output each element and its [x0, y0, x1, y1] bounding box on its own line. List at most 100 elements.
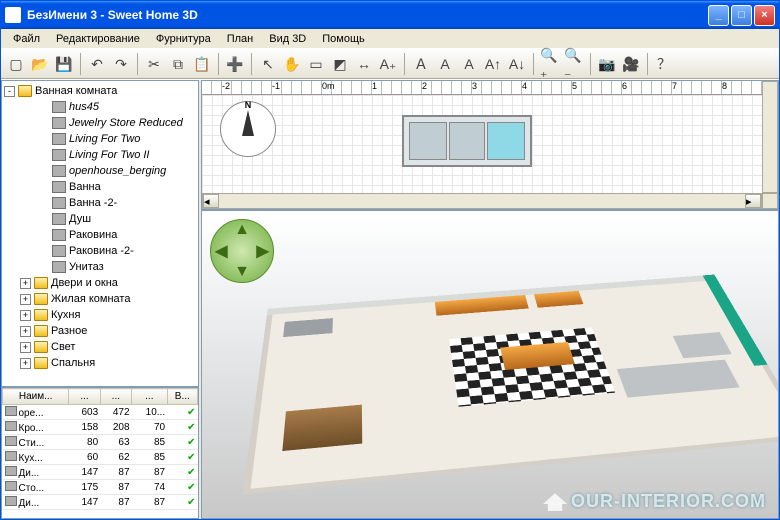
table-row[interactable]: Сти...806385✔ — [3, 435, 198, 450]
cell-visible[interactable]: ✔ — [167, 450, 197, 465]
undo-icon[interactable]: ↶ — [86, 53, 108, 75]
cell-visible[interactable]: ✔ — [167, 435, 197, 450]
cell-visible[interactable]: ✔ — [167, 495, 197, 510]
furniture-table[interactable]: Наим............В... оре...60347210...✔К… — [2, 388, 198, 510]
cut-icon[interactable]: ✂ — [143, 53, 165, 75]
menu-вид 3d[interactable]: Вид 3D — [261, 31, 314, 47]
table-row[interactable]: оре...60347210...✔ — [3, 405, 198, 420]
plan-vertical-scrollbar[interactable] — [762, 81, 778, 193]
menu-план[interactable]: План — [219, 31, 262, 47]
decrease-size-icon[interactable]: A↓ — [506, 53, 528, 75]
table-header[interactable]: ... — [132, 389, 168, 405]
checkmark-icon[interactable]: ✔ — [187, 437, 195, 448]
checkmark-icon[interactable]: ✔ — [187, 497, 195, 508]
tree-folder[interactable]: +Разное — [4, 323, 196, 339]
new-icon[interactable]: ▢ — [5, 53, 27, 75]
text-icon[interactable]: A₊ — [377, 53, 399, 75]
tree-item[interactable]: Ванна — [4, 179, 196, 195]
table-row[interactable]: Кро...15820870✔ — [3, 420, 198, 435]
zoom-out-icon[interactable]: 🔍₋ — [563, 53, 585, 75]
tree-item[interactable]: Раковина — [4, 227, 196, 243]
zoom-in-icon[interactable]: 🔍₊ — [539, 53, 561, 75]
close-button[interactable]: × — [754, 5, 775, 26]
tree-item[interactable]: Jewelry Store Reduced — [4, 115, 196, 131]
tree-item[interactable]: hus45 — [4, 99, 196, 115]
checkmark-icon[interactable]: ✔ — [187, 422, 195, 433]
expand-icon[interactable]: + — [20, 310, 31, 321]
table-header[interactable]: ... — [100, 389, 131, 405]
tree-folder[interactable]: +Свет — [4, 339, 196, 355]
cell-visible[interactable]: ✔ — [167, 465, 197, 480]
rotate-left-icon[interactable]: ◀ — [215, 241, 227, 261]
add-furniture-icon[interactable]: ➕ — [224, 53, 246, 75]
tree-item[interactable]: Ванна -2- — [4, 195, 196, 211]
checkmark-icon[interactable]: ✔ — [187, 482, 195, 493]
menu-фурнитура[interactable]: Фурнитура — [148, 31, 219, 47]
font-bold-icon[interactable]: A — [434, 53, 456, 75]
view-3d[interactable]: ▲ ◀ ▶ ▼ — [201, 210, 779, 519]
cell-visible[interactable]: ✔ — [167, 480, 197, 495]
copy-icon[interactable]: ⧉ — [167, 53, 189, 75]
dimension-icon[interactable]: ↔ — [353, 53, 375, 75]
expand-icon[interactable]: + — [20, 326, 31, 337]
rotate-down-icon[interactable]: ▼ — [234, 263, 250, 281]
expand-icon[interactable]: + — [20, 278, 31, 289]
expand-icon[interactable]: + — [20, 342, 31, 353]
open-icon[interactable]: 📂 — [29, 53, 51, 75]
table-row[interactable]: Ди...1478787✔ — [3, 465, 198, 480]
tree-folder[interactable]: +Спальня — [4, 355, 196, 371]
help-icon[interactable]: ？ — [653, 53, 675, 75]
3d-nav-disc[interactable]: ▲ ◀ ▶ ▼ — [210, 219, 274, 283]
collapse-icon[interactable]: - — [4, 86, 15, 97]
cell-visible[interactable]: ✔ — [167, 405, 197, 420]
tree-folder[interactable]: +Жилая комната — [4, 291, 196, 307]
redo-icon[interactable]: ↷ — [110, 53, 132, 75]
furniture-table-pane[interactable]: Наим............В... оре...60347210...✔К… — [1, 387, 199, 519]
wall-icon[interactable]: ▭ — [305, 53, 327, 75]
catalog-tree[interactable]: -Ванная комнатаhus45Jewelry Store Reduce… — [1, 80, 199, 387]
font-italic-icon[interactable]: A — [458, 53, 480, 75]
table-header[interactable]: В... — [167, 389, 197, 405]
tree-folder[interactable]: -Ванная комната — [4, 83, 196, 99]
table-row[interactable]: Кух...606285✔ — [3, 450, 198, 465]
room-icon[interactable]: ◩ — [329, 53, 351, 75]
tree-item[interactable]: Душ — [4, 211, 196, 227]
save-icon[interactable]: 💾 — [53, 53, 75, 75]
tree-item[interactable]: Раковина -2- — [4, 243, 196, 259]
tree-folder[interactable]: +Кухня — [4, 307, 196, 323]
tree-folder[interactable]: +Двери и окна — [4, 275, 196, 291]
table-row[interactable]: Ди...1478787✔ — [3, 495, 198, 510]
pan-icon[interactable]: ✋ — [281, 53, 303, 75]
expand-icon[interactable]: + — [20, 358, 31, 369]
photo-icon[interactable]: 📷 — [596, 53, 618, 75]
menu-помощь[interactable]: Помощь — [314, 31, 373, 47]
video-icon[interactable]: 🎥 — [620, 53, 642, 75]
tree-item[interactable]: openhouse_berging — [4, 163, 196, 179]
plan-view[interactable]: -2-10m12345678 ◂ ▸ — [201, 80, 779, 210]
menu-редактирование[interactable]: Редактирование — [48, 31, 148, 47]
paste-icon[interactable]: 📋 — [191, 53, 213, 75]
menu-файл[interactable]: Файл — [5, 31, 48, 47]
scroll-right-icon[interactable]: ▸ — [745, 194, 761, 208]
tree-item[interactable]: Living For Two II — [4, 147, 196, 163]
insert-text-icon[interactable]: Ａ — [410, 53, 432, 75]
maximize-button[interactable]: □ — [731, 5, 752, 26]
tree-item[interactable]: Living For Two — [4, 131, 196, 147]
rotate-up-icon[interactable]: ▲ — [234, 221, 250, 239]
expand-icon[interactable]: + — [20, 294, 31, 305]
table-header[interactable]: ... — [69, 389, 100, 405]
checkmark-icon[interactable]: ✔ — [187, 467, 195, 478]
tree-item[interactable]: Унитаз — [4, 259, 196, 275]
checkmark-icon[interactable]: ✔ — [187, 407, 195, 418]
floorplan-thumbnail[interactable] — [402, 115, 532, 167]
table-row[interactable]: Сто...1758774✔ — [3, 480, 198, 495]
rotate-right-icon[interactable]: ▶ — [257, 241, 269, 261]
table-header[interactable]: Наим... — [3, 389, 69, 405]
compass[interactable] — [220, 101, 276, 157]
increase-size-icon[interactable]: A↑ — [482, 53, 504, 75]
titlebar[interactable]: БезИмени 3 - Sweet Home 3D _ □ × — [1, 1, 779, 29]
minimize-button[interactable]: _ — [708, 5, 729, 26]
plan-horizontal-scrollbar[interactable]: ◂ ▸ — [202, 193, 762, 209]
cell-visible[interactable]: ✔ — [167, 420, 197, 435]
checkmark-icon[interactable]: ✔ — [187, 452, 195, 463]
